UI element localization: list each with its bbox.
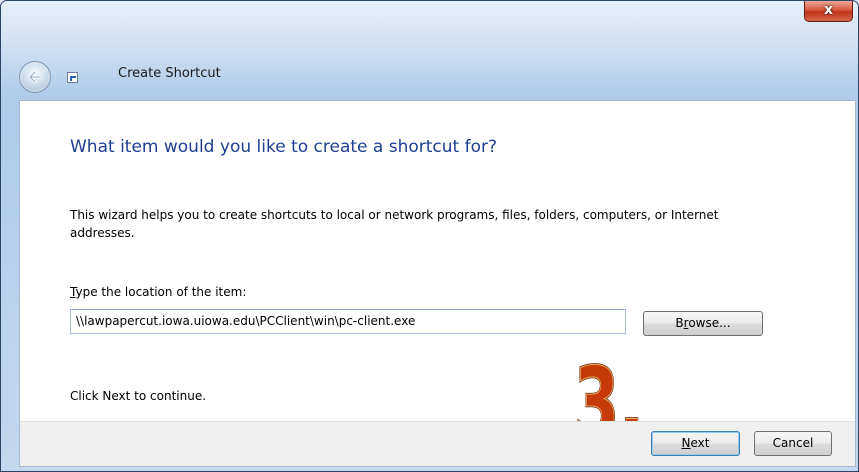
location-input[interactable]: \\lawpapercut.iowa.uiowa.edu\PCClient\wi… [70,309,626,334]
wizard-description: This wizard helps you to create shortcut… [70,208,719,240]
next-label-text: ext [690,436,710,450]
browse-label-start: B [675,316,684,330]
cancel-button[interactable]: Cancel [754,431,832,456]
page-heading: What item would you like to create a sho… [70,137,498,157]
shortcut-app-icon [67,72,78,83]
browse-label-end: owse... [688,316,731,330]
next-label-accelerator: N [681,436,691,450]
close-icon: x [823,2,834,18]
location-label: Type the location of the item: [70,285,246,299]
close-button[interactable]: x [804,1,853,22]
window-title: Create Shortcut [118,66,221,81]
next-button[interactable]: Next [651,431,740,456]
browse-button[interactable]: Browse... [643,311,763,336]
wizard-footer: Next Cancel [20,421,855,466]
back-button[interactable] [19,61,51,93]
back-arrow-icon [28,70,43,84]
location-label-text: ype the location of the item: [75,285,247,299]
wizard-content: What item would you like to create a sho… [19,100,856,467]
continue-instruction: Click Next to continue. [70,389,207,403]
wizard-window: x Create Shortcut What item would you li… [0,0,859,472]
